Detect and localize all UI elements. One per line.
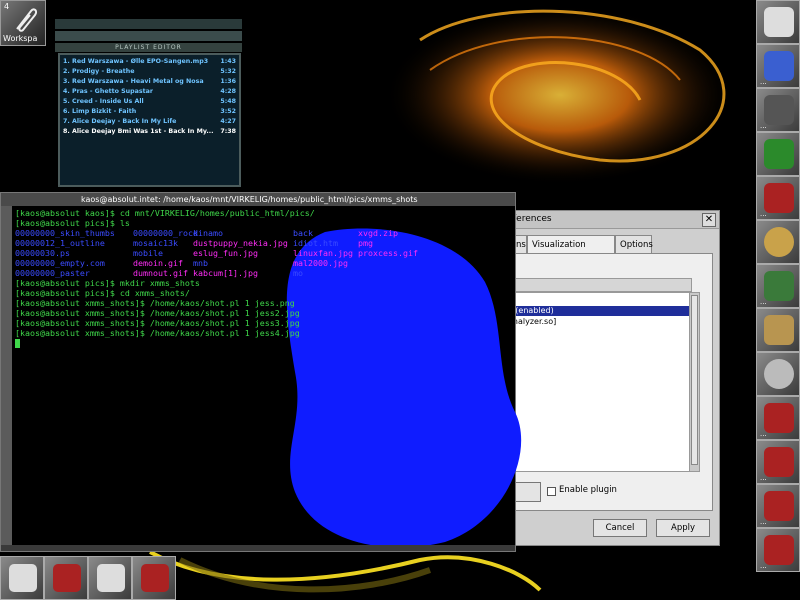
dock-app-penguin[interactable]: ...: [756, 484, 800, 528]
playlist-item[interactable]: 2. Prodigy - Breathe 5:32: [63, 67, 236, 76]
penguin-icon: [764, 183, 794, 213]
penguin-icon: [764, 403, 794, 433]
penguin-icon: [53, 564, 81, 592]
playlist-item[interactable]: 1. Red Warszawa - Ølle EPO-Sangen.mp3 1:4…: [63, 57, 236, 66]
terminal-line: [kaos@absolut xmms_shots]$ /home/kaos/sh…: [15, 328, 300, 338]
dock-app-quill[interactable]: ...: [756, 264, 800, 308]
dock-app-penguin[interactable]: ...: [756, 88, 800, 132]
workspace-clip[interactable]: 4 Workspa: [0, 0, 46, 46]
enable-plugin-checkbox[interactable]: [547, 487, 556, 496]
terminal-line: [kaos@absolut pics]$ mkdir xmms_shots: [15, 278, 200, 288]
playlist-header: PLAYLIST EDITOR: [55, 43, 242, 52]
gimp-icon: [764, 315, 794, 345]
playlist-editor[interactable]: 1. Red Warszawa - Ølle EPO-Sangen.mp3 1:4…: [58, 53, 241, 187]
monitor-icon: [764, 51, 794, 81]
terminal-line: [kaos@absolut pics]$ cd xmms_shots/: [15, 288, 190, 298]
playlist-item[interactable]: 4. Pras - Ghetto Supastar 4:28: [63, 87, 236, 96]
app-logo-icon: [764, 7, 794, 37]
dock-app-monitor[interactable]: ...: [756, 44, 800, 88]
plugin-list-header: [504, 278, 692, 292]
tab-visualization-plugins[interactable]: Visualization Plugins: [527, 235, 615, 268]
playlist-item[interactable]: 7. Alice Deejay - Back In My Life 4:27: [63, 117, 236, 126]
playlist-item[interactable]: 3. Red Warszawa - Heavi Metal og Nosa 1:3…: [63, 77, 236, 86]
terminal-line: [kaos@absolut pics]$ ls: [15, 218, 130, 228]
plugin-panel: y (enabled) analyzer.so] Enable plugin: [498, 253, 713, 511]
terminal-window[interactable]: kaos@absolut.intet: /home/kaos/mnt/VIRKE…: [0, 192, 522, 552]
dock-app-cd[interactable]: [756, 352, 800, 396]
terminal-line: [kaos@absolut kaos]$ cd mnt/VIRKELIG/hom…: [15, 208, 315, 218]
penguin-icon: [764, 491, 794, 521]
penguin-icon: [764, 535, 794, 565]
cancel-button[interactable]: Cancel: [593, 519, 647, 537]
terminal-line: [kaos@absolut xmms_shots]$ /home/kaos/sh…: [15, 298, 295, 308]
dock-app-gimp[interactable]: [756, 308, 800, 352]
quill-icon: [764, 271, 794, 301]
penguin-icon: [141, 564, 169, 592]
ship-wheel-icon: [764, 227, 794, 257]
dock-app-wheel[interactable]: [756, 220, 800, 264]
penguin-icon: [764, 447, 794, 477]
monitor-penguin-icon: [9, 564, 37, 592]
scrollbar-thumb[interactable]: [691, 295, 698, 465]
terminal-cursor: [15, 339, 20, 348]
dock-app-bug[interactable]: [756, 132, 800, 176]
minimized-window[interactable]: [44, 556, 88, 600]
penguin-icon: [764, 95, 794, 125]
terminal-line: [kaos@absolut xmms_shots]$ /home/kaos/sh…: [15, 308, 300, 318]
playlist-item-current[interactable]: 8. Alice Deejay Bmi Was 1st - Back In My…: [63, 127, 236, 136]
terminal-title: kaos@absolut.intet: /home/kaos/mnt/VIRKE…: [81, 195, 418, 204]
paperclip-icon: [16, 8, 37, 32]
preferences-dialog: ferences ✕ ns Visualization Plugins Opti…: [492, 210, 720, 546]
workspace-label: Workspa: [3, 34, 38, 43]
cd-icon: [764, 359, 794, 389]
minimized-window[interactable]: [88, 556, 132, 600]
xmms-equalizer-strip[interactable]: [55, 19, 242, 29]
terminal-scrollbar[interactable]: [1, 206, 12, 546]
minimized-window[interactable]: [132, 556, 176, 600]
close-icon[interactable]: ✕: [702, 213, 716, 227]
terminal-bottom-border: [1, 545, 515, 551]
plugin-item[interactable]: analyzer.so]: [506, 317, 690, 327]
visualization-blob: [286, 228, 522, 548]
dialog-titlebar[interactable]: ferences ✕: [493, 211, 719, 229]
dock-app-logo[interactable]: [756, 0, 800, 44]
workspace-number: 4: [4, 2, 10, 11]
dock: ... ... ... ... ... ... ... ...: [756, 0, 800, 580]
monitor-penguin-icon: [97, 564, 125, 592]
enable-plugin-label: Enable plugin: [559, 485, 617, 495]
plugin-list-scrollbar[interactable]: [689, 292, 700, 472]
terminal-line: [kaos@absolut xmms_shots]$ /home/kaos/sh…: [15, 318, 300, 328]
dock-app-penguin[interactable]: ...: [756, 528, 800, 572]
apply-button[interactable]: Apply: [656, 519, 710, 537]
tab-options[interactable]: Options: [615, 235, 653, 253]
plugin-list[interactable]: y (enabled) analyzer.so]: [504, 292, 692, 472]
terminal-body[interactable]: [kaos@absolut kaos]$ cd mnt/VIRKELIG/hom…: [15, 208, 522, 548]
playlist-item[interactable]: 6. Limp Bizkit - Faith 3:52: [63, 107, 236, 116]
terminal-titlebar[interactable]: kaos@absolut.intet: /home/kaos/mnt/VIRKE…: [1, 193, 515, 206]
bug-icon: [764, 139, 794, 169]
dock-app-penguin[interactable]: ...: [756, 396, 800, 440]
dock-app-penguin[interactable]: ...: [756, 176, 800, 220]
dock-app-penguin[interactable]: ...: [756, 440, 800, 484]
playlist-item[interactable]: 5. Creed - Inside Us All 5:48: [63, 97, 236, 106]
plugin-item[interactable]: y (enabled): [506, 306, 690, 316]
xmms-balance-strip[interactable]: [55, 31, 242, 41]
minimized-window[interactable]: [0, 556, 44, 600]
